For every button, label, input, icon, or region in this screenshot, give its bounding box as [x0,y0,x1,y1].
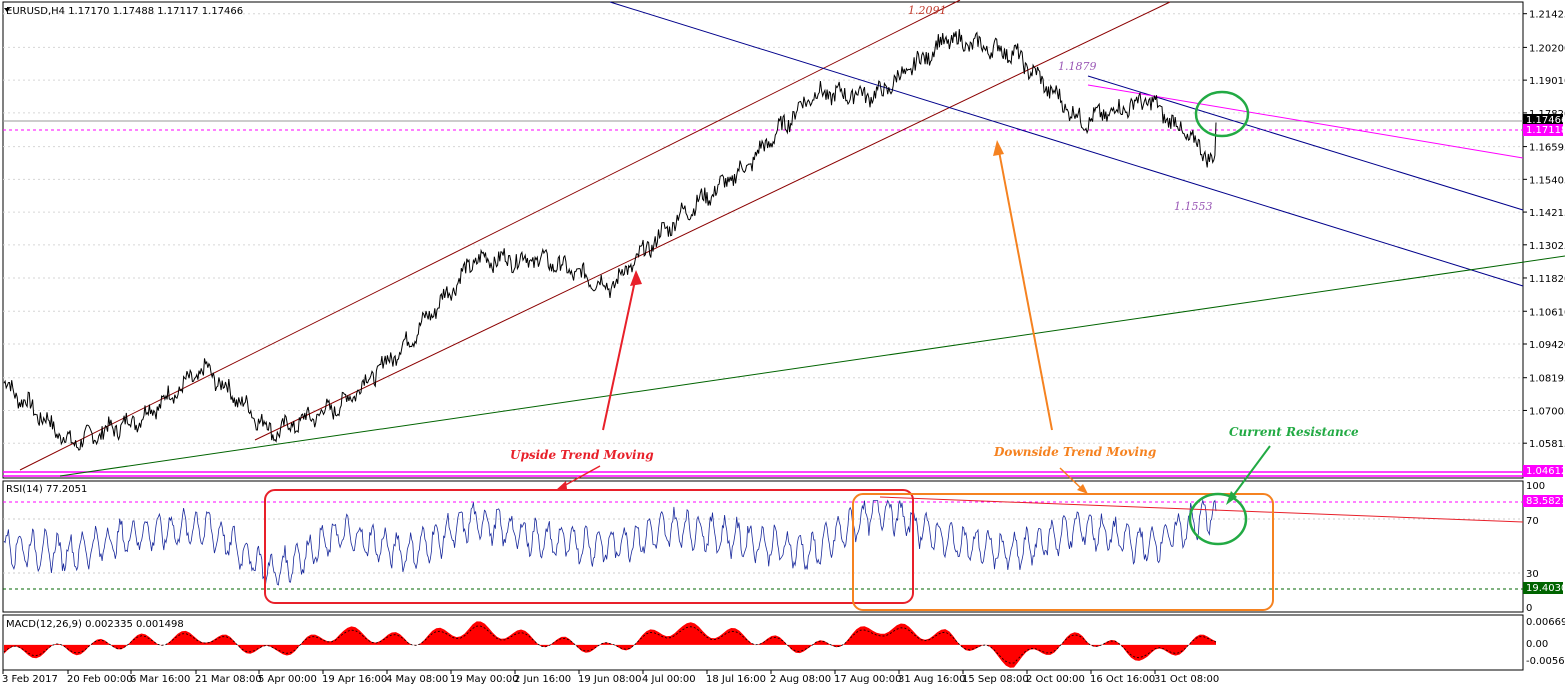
price-tick: 1.16595 [1529,143,1565,154]
rsi-pane [2,480,1524,613]
macd-tick-bottom: -0.005638 [1526,656,1565,667]
time-tick: 19 May 00:00 [450,674,519,685]
svg-text:83.5821: 83.5821 [1526,496,1565,507]
macd-tick-top: 0.006698 [1526,617,1565,628]
time-tick: 19 Jun 08:00 [578,674,642,685]
price-tick: 1.20200 [1529,43,1565,54]
mid-level-label: 1.1879 [1058,60,1097,73]
downside-label: Downside Trend Moving [993,445,1156,459]
time-tick: 6 Mar 16:00 [130,674,190,685]
high-level-label: 1.2091 [908,4,947,17]
rsi-upper-badge: 83.5821 [1523,495,1565,507]
time-tick: 4 May 08:00 [386,674,448,685]
time-tick: 18 Jul 16:00 [706,674,766,685]
macd-pane [2,614,1524,671]
time-tick: 16 Oct 16:00 [1090,674,1155,685]
time-tick: 17 Aug 00:00 [834,674,901,685]
svg-text:19.4030: 19.4030 [1526,583,1565,594]
time-tick: 5 Apr 00:00 [258,674,317,685]
rsi-tick-30: 30 [1526,569,1539,580]
rsi-tick-100: 100 [1526,481,1545,492]
price-tick: 1.09420 [1529,340,1565,351]
time-tick: 31 Oct 08:00 [1154,674,1219,685]
price-tick: 1.15405 [1529,175,1565,186]
time-tick: 15 Sep 08:00 [962,674,1029,685]
rsi-label: RSI(14) 77.2051 [6,484,87,495]
price-tick: 1.19010 [1529,76,1565,87]
time-tick: 2 Oct 00:00 [1026,674,1085,685]
price-tick: 1.08195 [1529,374,1565,385]
price-tick: 1.11820 [1529,274,1565,285]
time-tick: 3 Feb 2017 [2,674,58,685]
bottom-level-badge: 1.04612 [1523,465,1565,477]
time-tick: 2 Aug 08:00 [770,674,831,685]
rsi-lower-badge: 19.4030 [1523,582,1565,594]
price-tick: 1.14215 [1529,208,1565,219]
magenta-level-badge: 1.17118 [1523,124,1565,136]
rsi-tick-0: 0 [1526,603,1532,614]
time-tick: 4 Jul 00:00 [642,674,696,685]
time-tick: 19 Apr 16:00 [322,674,387,685]
symbol-info: EURUSD,H4 1.17170 1.17488 1.17117 1.1746… [6,6,243,17]
price-tick: 1.13025 [1529,241,1565,252]
price-tick: 1.07005 [1529,406,1565,417]
svg-text:1.17118: 1.17118 [1526,125,1565,136]
price-tick: 1.05815 [1529,439,1565,450]
price-axis: 1.214251.202001.190101.178201.165951.154… [1523,10,1565,450]
time-tick: 31 Aug 16:00 [898,674,965,685]
price-tick: 1.10610 [1529,307,1565,318]
trading-chart: 1.214251.202001.190101.178201.165951.154… [2,0,1565,685]
price-tick: 1.21425 [1529,10,1565,21]
rsi-tick-70: 70 [1526,516,1539,527]
upside-label: Upside Trend Moving [510,448,654,462]
time-tick: 2 Jun 16:00 [514,674,571,685]
svg-text:1.04612: 1.04612 [1526,466,1565,477]
time-tick: 21 Mar 08:00 [195,674,262,685]
resistance-label: Current Resistance [1229,425,1359,439]
macd-label: MACD(12,26,9) 0.002335 0.001498 [6,619,184,630]
main-pane [2,0,1565,479]
time-tick: 20 Feb 00:00 [67,674,133,685]
low-level-label: 1.1553 [1174,200,1213,213]
macd-tick-zero: 0.00 [1526,639,1548,650]
time-axis: 3 Feb 2017 20 Feb 00:006 Mar 16:00 21 Mar … [2,670,1219,685]
